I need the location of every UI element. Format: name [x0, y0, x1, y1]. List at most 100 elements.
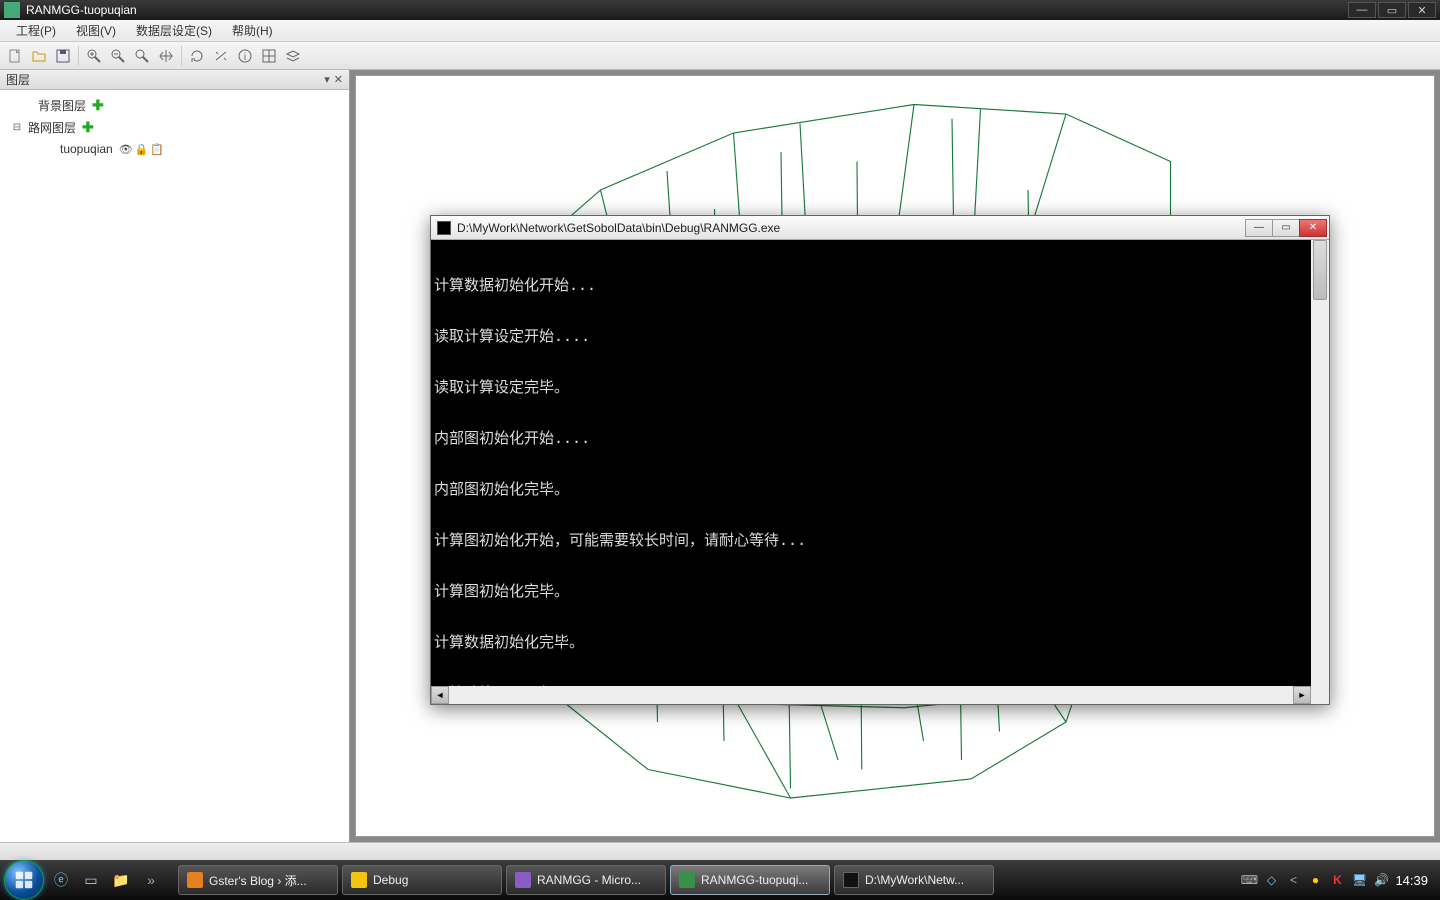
- panel-header: 图层 ▾ ✕: [0, 70, 349, 90]
- zoom-in-button[interactable]: [83, 45, 105, 67]
- panel-close-icon[interactable]: ✕: [334, 73, 343, 86]
- tray-keyboard-icon[interactable]: ⌨: [1241, 872, 1257, 888]
- task-label: Debug: [373, 873, 408, 887]
- task-icon: [515, 872, 531, 888]
- system-tray: ⌨ ◇ < ● K 🖥 🔊 14:39: [1233, 872, 1436, 888]
- task-icon: [679, 872, 695, 888]
- task-icon: [187, 872, 203, 888]
- app-icon: [4, 2, 20, 18]
- task-label: D:\MyWork\Netw...: [865, 873, 964, 887]
- tree-label: tuopuqian: [60, 142, 113, 156]
- task-button[interactable]: D:\MyWork\Netw...: [834, 865, 994, 895]
- tree-expander-icon[interactable]: ⊟: [12, 122, 22, 133]
- console-titlebar[interactable]: D:\MyWork\Network\GetSobolData\bin\Debug…: [431, 216, 1329, 240]
- quicklaunch-chevron-icon[interactable]: »: [138, 866, 164, 894]
- task-label: RANMGG - Micro...: [537, 873, 641, 887]
- zoom-out-button[interactable]: [107, 45, 129, 67]
- task-button[interactable]: Debug: [342, 865, 502, 895]
- statusbar: [0, 842, 1440, 860]
- console-maximize-button[interactable]: ▭: [1272, 219, 1300, 237]
- open-button[interactable]: [28, 45, 50, 67]
- tree-row-tuopuqian[interactable]: tuopuqian 👁 🔒 📋: [0, 138, 349, 160]
- lock-icon[interactable]: 🔒: [135, 143, 149, 156]
- layers-panel: 图层 ▾ ✕ 背景图层 ✚ ⊟ 路网图层 ✚: [0, 70, 350, 842]
- quicklaunch-ie-icon[interactable]: ⓔ: [48, 866, 74, 894]
- tray-chevron-icon[interactable]: ◇: [1263, 872, 1279, 888]
- scroll-right-icon[interactable]: ►: [1293, 686, 1311, 704]
- console-line: 计算数据初始化完毕。: [434, 634, 1311, 651]
- tray-status-icon[interactable]: ●: [1307, 872, 1323, 888]
- console-hscrollbar[interactable]: ◄ ►: [431, 686, 1311, 704]
- menubar: 工程(P) 视图(V) 数据层设定(S) 帮助(H): [0, 20, 1440, 42]
- save-button[interactable]: [52, 45, 74, 67]
- menu-datalayer[interactable]: 数据层设定(S): [126, 20, 222, 41]
- task-icon: [351, 872, 367, 888]
- tree-label: 路网图层: [28, 119, 76, 136]
- menu-project[interactable]: 工程(P): [6, 20, 66, 41]
- task-label: RANMGG-tuopuqi...: [701, 873, 808, 887]
- console-line: 内部图初始化完毕。: [434, 481, 1311, 498]
- scroll-corner: [1311, 686, 1329, 704]
- console-line: 计算图初始化开始，可能需要较长时间，请耐心等待...: [434, 532, 1311, 549]
- minimize-button[interactable]: —: [1348, 2, 1376, 18]
- menu-view[interactable]: 视图(V): [66, 20, 126, 41]
- panel-pin-icon[interactable]: ▾: [324, 73, 330, 86]
- console-body: 计算数据初始化开始... 读取计算设定开始.... 读取计算设定完毕。 内部图初…: [431, 240, 1329, 704]
- visibility-icon[interactable]: 👁: [119, 143, 133, 156]
- tray-expand-icon[interactable]: <: [1285, 872, 1301, 888]
- console-line: 内部图初始化开始....: [434, 430, 1311, 447]
- console-title: D:\MyWork\Network\GetSobolData\bin\Debug…: [457, 221, 1240, 235]
- scrollbar-thumb[interactable]: [1313, 240, 1327, 300]
- toolbar: i: [0, 42, 1440, 70]
- task-icon: [843, 872, 859, 888]
- tree-row-road-layer[interactable]: ⊟ 路网图层 ✚: [0, 116, 349, 138]
- new-file-button[interactable]: [4, 45, 26, 67]
- task-button[interactable]: Gster's Blog › 添...: [178, 865, 338, 895]
- task-label: Gster's Blog › 添...: [209, 872, 307, 889]
- console-line: 读取计算设定完毕。: [434, 379, 1311, 396]
- tree-label: 背景图层: [38, 97, 86, 114]
- grid-button[interactable]: [258, 45, 280, 67]
- tree-row-background-layer[interactable]: 背景图层 ✚: [0, 94, 349, 116]
- svg-text:i: i: [244, 52, 246, 63]
- task-button[interactable]: RANMGG-tuopuqi...: [670, 865, 830, 895]
- console-line: 计算图初始化完毕。: [434, 583, 1311, 600]
- zoom-fit-button[interactable]: [131, 45, 153, 67]
- console-line: 计算数据初始化开始...: [434, 277, 1311, 294]
- panel-title: 图层: [6, 71, 30, 88]
- add-layer-icon[interactable]: ✚: [92, 97, 104, 114]
- console-output: 计算数据初始化开始... 读取计算设定开始.... 读取计算设定完毕。 内部图初…: [434, 243, 1311, 704]
- quicklaunch-explorer-icon[interactable]: 📁: [108, 866, 134, 894]
- taskbar: ⓔ ▭ 📁 » Gster's Blog › 添... Debug RANMGG…: [0, 860, 1440, 900]
- layers-button[interactable]: [282, 45, 304, 67]
- copy-icon[interactable]: 📋: [150, 143, 164, 156]
- start-button[interactable]: [4, 860, 44, 900]
- pan-button[interactable]: [155, 45, 177, 67]
- taskbar-clock[interactable]: 14:39: [1395, 873, 1428, 888]
- toolbar-separator: [181, 46, 182, 66]
- console-vscrollbar[interactable]: [1311, 240, 1329, 686]
- quicklaunch-desktop-icon[interactable]: ▭: [78, 866, 104, 894]
- close-button[interactable]: ✕: [1408, 2, 1436, 18]
- menu-help[interactable]: 帮助(H): [222, 20, 283, 41]
- task-button[interactable]: RANMGG - Micro...: [506, 865, 666, 895]
- layer-tree: 背景图层 ✚ ⊟ 路网图层 ✚ tuopuqian 👁 🔒 📋: [0, 90, 349, 842]
- console-window[interactable]: D:\MyWork\Network\GetSobolData\bin\Debug…: [430, 215, 1330, 705]
- console-close-button[interactable]: ✕: [1299, 219, 1327, 237]
- titlebar[interactable]: RANMGG-tuopuqian — ▭ ✕: [0, 0, 1440, 20]
- tray-antivirus-icon[interactable]: K: [1329, 872, 1345, 888]
- refresh-button[interactable]: [186, 45, 208, 67]
- info-button[interactable]: i: [234, 45, 256, 67]
- console-icon: [437, 221, 451, 235]
- window-controls: — ▭ ✕: [1348, 2, 1436, 18]
- settings-button[interactable]: [210, 45, 232, 67]
- toolbar-separator: [78, 46, 79, 66]
- console-minimize-button[interactable]: —: [1245, 219, 1273, 237]
- console-line: 读取计算设定开始....: [434, 328, 1311, 345]
- tray-volume-icon[interactable]: 🔊: [1373, 872, 1389, 888]
- tray-network-icon[interactable]: 🖥: [1351, 872, 1367, 888]
- app-title: RANMGG-tuopuqian: [26, 3, 1348, 17]
- add-layer-icon[interactable]: ✚: [82, 119, 94, 136]
- maximize-button[interactable]: ▭: [1378, 2, 1406, 18]
- scroll-left-icon[interactable]: ◄: [431, 686, 449, 704]
